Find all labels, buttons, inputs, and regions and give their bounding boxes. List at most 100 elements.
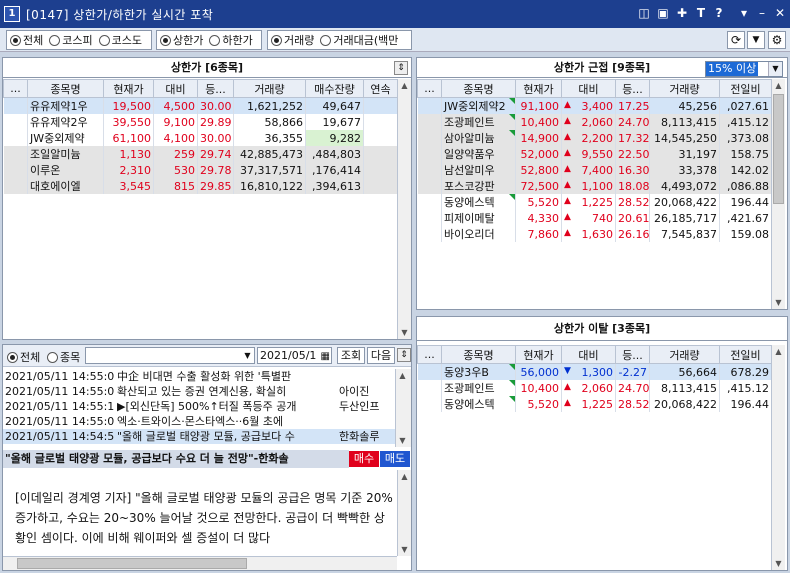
column-header[interactable]: 종목명 xyxy=(441,345,516,364)
table-cell: 26,185,717 xyxy=(649,210,720,226)
panel-toggle-icon[interactable]: ⇕ xyxy=(394,61,408,75)
table-row[interactable]: 삼아알미늄 14,900 ▲ 2,200 17.32 14,545,250 ,373.08 xyxy=(417,130,772,146)
column-header[interactable]: ... xyxy=(3,79,28,98)
minimize-icon[interactable]: – xyxy=(754,5,770,22)
column-header[interactable]: 전일비 xyxy=(719,345,772,364)
upper-limit-radio[interactable]: 상한가 xyxy=(160,32,203,48)
chevron-down-icon[interactable]: ▼ xyxy=(241,348,254,363)
news-date-field[interactable]: 2021/05/1 ▦ xyxy=(257,347,332,364)
table-row[interactable]: 대호에이엘 3,545 815 29.85 16,810,122 ,394,613 xyxy=(3,178,398,194)
scroll-down-icon[interactable]: ▼ xyxy=(398,543,411,556)
scroll-down-icon[interactable]: ▼ xyxy=(772,296,785,309)
news-body-scrollbar[interactable]: ▲ ▼ xyxy=(397,470,411,556)
table-row[interactable]: 조광페인트 10,400 ▲ 2,060 24.70 8,113,415 ,415.12 xyxy=(417,114,772,130)
question-mark-icon[interactable]: T xyxy=(693,5,709,22)
news-all-radio[interactable]: 전체 xyxy=(7,349,40,365)
scroll-up-icon[interactable]: ▲ xyxy=(772,79,785,92)
table-row[interactable]: 이루온 2,310 530 29.78 37,317,571 ,176,414 xyxy=(3,162,398,178)
near-vertical-scrollbar[interactable]: ▲ ▼ xyxy=(771,79,785,309)
news-horizontal-scrollbar[interactable] xyxy=(3,556,397,570)
close-icon[interactable]: ✕ xyxy=(772,5,788,22)
panel-toggle-icon[interactable]: ⇕ xyxy=(397,348,411,362)
column-header[interactable]: 대비 xyxy=(561,345,616,364)
table-row[interactable]: JW중외제약 61,100 4,100 30.00 36,355 9,282 xyxy=(3,130,398,146)
column-header[interactable]: 현재가 xyxy=(515,79,562,98)
chevron-down-icon[interactable]: ▼ xyxy=(768,62,782,76)
table-row[interactable]: 동양3우B 56,000 ▼ 1,300 -2.27 56,664 678.29 xyxy=(417,363,772,380)
column-header[interactable]: 거래량 xyxy=(649,345,720,364)
refresh-icon[interactable]: ⟳ xyxy=(727,31,745,49)
table-row[interactable]: JW중외제약2 91,100 ▲ 3,400 17.25 45,256 ,027.61 xyxy=(417,97,772,114)
sort-dropdown-icon[interactable]: ▼ xyxy=(747,31,765,49)
news-item[interactable]: 2021/05/11 14:55:0 엑소·트와이스·몬스타엑스··6월 초에 xyxy=(3,414,395,429)
scroll-thumb[interactable] xyxy=(773,94,784,204)
column-header[interactable]: 거래량 xyxy=(649,79,720,98)
sort-value-radio[interactable]: 거래대금(백만 xyxy=(320,32,398,48)
help-icon[interactable]: ? xyxy=(711,5,727,22)
news-list-scrollbar[interactable]: ▲ ▼ xyxy=(395,369,411,447)
cell-value: 1,225 xyxy=(581,195,614,209)
column-header[interactable]: 현재가 xyxy=(515,345,562,364)
pin-icon[interactable]: ✚ xyxy=(674,5,690,22)
link-icon[interactable]: ◫ xyxy=(636,5,652,22)
column-header[interactable]: 매수잔량 xyxy=(305,79,364,98)
news-item[interactable]: 2021/05/11 14:55:0 확산되고 있는 증권 연계신용, 확실히 아이… xyxy=(3,384,395,399)
news-stock-radio[interactable]: 종목 xyxy=(47,349,80,365)
table-row[interactable]: 동양에스텍 5,520 ▲ 1,225 28.52 20,068,422 196.44 xyxy=(417,194,772,210)
table-cell: 42,885,473 xyxy=(233,146,306,162)
news-stock-select[interactable]: ▼ xyxy=(85,347,255,364)
table-row[interactable]: 남선알미우 52,800 ▲ 7,400 16.30 33,378 142.02 xyxy=(417,162,772,178)
table-row[interactable]: 피제이메탈 4,330 ▲ 740 20.61 26,185,717 ,421.67 xyxy=(417,210,772,226)
table-row[interactable]: 바이오리더 7,860 ▲ 1,630 26.16 7,545,837 159.08 xyxy=(417,226,772,242)
upper-vertical-scrollbar[interactable]: ▲ ▼ xyxy=(397,79,411,339)
column-header[interactable]: 거래량 xyxy=(233,79,306,98)
column-header[interactable]: 종목명 xyxy=(441,79,516,98)
scroll-up-icon[interactable]: ▲ xyxy=(396,369,409,382)
settings-icon[interactable]: ⚙ xyxy=(768,31,786,49)
query-button[interactable]: 조회 xyxy=(337,347,365,364)
scroll-down-icon[interactable]: ▼ xyxy=(396,434,409,447)
sort-volume-radio[interactable]: 거래량 xyxy=(271,32,314,48)
near-filter-select[interactable]: 15% 이상 ▼ xyxy=(705,61,783,77)
column-header[interactable]: 현재가 xyxy=(103,79,154,98)
sell-button[interactable]: 매도 xyxy=(380,451,410,467)
scroll-down-icon[interactable]: ▼ xyxy=(772,557,785,570)
column-header[interactable]: 연속 xyxy=(363,79,398,98)
column-header[interactable]: 대비 xyxy=(561,79,616,98)
window-icon[interactable]: ▣ xyxy=(655,5,671,22)
scroll-up-icon[interactable]: ▲ xyxy=(772,345,785,358)
column-header[interactable]: 등... xyxy=(615,345,650,364)
column-header[interactable]: 전일비 xyxy=(719,79,772,98)
cell-value: 조일알미늄 xyxy=(30,148,81,161)
market-all-radio[interactable]: 전체 xyxy=(10,32,43,48)
column-header[interactable]: 종목명 xyxy=(27,79,104,98)
table-row[interactable]: 조광페인트 10,400 ▲ 2,060 24.70 8,113,415 ,415.12 xyxy=(417,380,772,396)
table-row[interactable]: 동양에스텍 5,520 ▲ 1,225 28.52 20,068,422 196.44 xyxy=(417,396,772,412)
scroll-up-icon[interactable]: ▲ xyxy=(398,79,411,92)
news-item[interactable]: 2021/05/11 14:55:0 中企 비대면 수출 활성화 위한 '특별판 xyxy=(3,369,395,384)
calendar-icon[interactable]: ▦ xyxy=(321,349,330,364)
column-header[interactable]: 대비 xyxy=(153,79,198,98)
market-kosdaq-radio[interactable]: 코스도 xyxy=(98,32,142,48)
scroll-thumb[interactable] xyxy=(17,558,247,569)
news-item[interactable]: 2021/05/11 14:54:5 "올해 글로벌 태양광 모듈, 공급보다 수… xyxy=(3,429,395,444)
column-header[interactable]: 등... xyxy=(615,79,650,98)
news-item[interactable]: 2021/05/11 14:55:1 ▶[외신단독] 500%↑터질 폭등주 공개… xyxy=(3,399,395,414)
table-row[interactable]: 포스코강판 72,500 ▲ 1,100 18.08 4,493,072 ,086.88 xyxy=(417,178,772,194)
dropdown-icon[interactable]: ▾ xyxy=(736,5,752,22)
scroll-up-icon[interactable]: ▲ xyxy=(398,470,411,483)
buy-button[interactable]: 매수 xyxy=(349,451,379,467)
column-header[interactable]: 등... xyxy=(197,79,234,98)
lower-limit-radio[interactable]: 하한가 xyxy=(209,32,253,48)
market-kospi-radio[interactable]: 코스피 xyxy=(49,32,93,48)
table-row[interactable]: 일양약품우 52,000 ▲ 9,550 22.50 31,197 158.75 xyxy=(417,146,772,162)
column-header[interactable]: ... xyxy=(417,79,442,98)
column-header[interactable]: ... xyxy=(417,345,442,364)
next-button[interactable]: 다음 xyxy=(367,347,395,364)
scroll-down-icon[interactable]: ▼ xyxy=(398,326,411,339)
table-row[interactable]: 조일알미늄 1,130 259 29.74 42,885,473 ,484,803 xyxy=(3,146,398,162)
table-cell xyxy=(417,162,442,178)
table-row[interactable]: 유유제약2우 39,550 9,100 29.89 58,866 19,677 xyxy=(3,114,398,130)
table-row[interactable]: 유유제약1우 19,500 4,500 30.00 1,621,252 49,647 xyxy=(3,97,398,114)
left-vertical-scrollbar[interactable]: ▲ ▼ xyxy=(771,345,785,570)
